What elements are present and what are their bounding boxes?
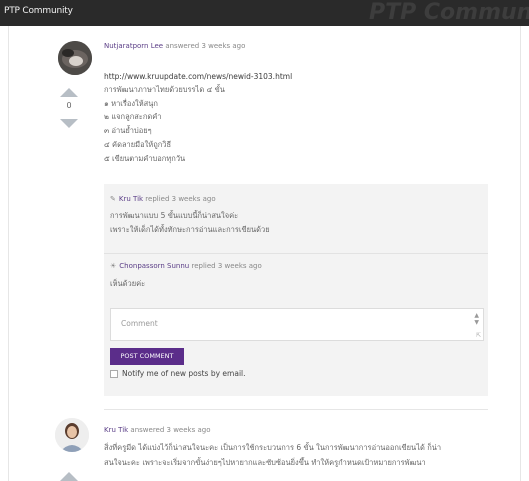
reply-author[interactable]: Kru Tik [119, 195, 143, 203]
author-name[interactable]: Nutjaratporn Lee [104, 42, 163, 50]
answer-line: สนใจนะคะ เพราะจะเริ่มจากขั้นง่ายๆไปหายาก… [104, 458, 426, 467]
sun-icon: ☀ [110, 262, 117, 270]
answer-line: ๑ หาเรื่องให้สนุก [104, 99, 158, 108]
user-icon: ✎ [110, 195, 116, 203]
answer-line: ๕ เขียนตามคำบอกทุกวัน [104, 154, 186, 163]
answer-time: answered 3 weeks ago [128, 426, 211, 434]
vote-count: 0 [66, 101, 72, 110]
notify-checkbox[interactable] [110, 370, 118, 378]
comment-placeholder: Comment [121, 319, 158, 328]
post-comment-button[interactable]: POST COMMENT [110, 348, 184, 365]
answer-line: การพัฒนาภาษาไทยด้วยบรรได ๔ ขั้น [104, 85, 225, 94]
reply-line: เห็นด้วยค่ะ [110, 279, 146, 288]
answer-line: ๓ อ่านย้ำบ่อยๆ [104, 126, 152, 135]
reply-divider [104, 253, 488, 254]
answer-meta: Kru Tik answered 3 weeks ago [104, 426, 211, 434]
resize-handle-icon[interactable]: ⇱ [476, 332, 481, 339]
reply-meta: ☀ Chonpassorn Sunnu replied 3 weeks ago [110, 262, 262, 270]
reply-author[interactable]: Chonpassorn Sunnu [119, 262, 189, 270]
answer-line: สิ่งที่ครูมีด ได้แบ่งไว้ก็น่าสนใจนะคะ เป… [104, 443, 442, 452]
reply-time: replied 3 weeks ago [143, 195, 216, 203]
upvote-button[interactable] [60, 472, 78, 481]
stepper-icon[interactable]: ▲ ▼ [474, 312, 479, 326]
reply-line: เพราะให้เด็กได้ทั้งทักษะการอ่านและการเขี… [110, 225, 270, 234]
top-bar: PTP Community PTP Communi [0, 0, 529, 26]
upvote-button[interactable] [60, 88, 78, 97]
avatar[interactable] [58, 41, 92, 75]
answer-line: ๒ แจกลูกสะกดคำ [104, 112, 162, 121]
app-title: PTP Community [4, 6, 73, 16]
answer-divider [104, 409, 488, 410]
reply-meta: ✎ Kru Tik replied 3 weeks ago [110, 195, 216, 203]
author-name[interactable]: Kru Tik [104, 426, 128, 434]
downvote-button[interactable] [60, 119, 78, 128]
reply-line: การพัฒนาแบบ 5 ขั้นแบบนี้ก็น่าสนใจค่ะ [110, 211, 239, 220]
answer-time: answered 3 weeks ago [163, 42, 246, 50]
avatar[interactable] [55, 418, 89, 452]
comment-input[interactable]: Comment ▲ ▼ ⇱ [110, 308, 484, 341]
answer-link[interactable]: http://www.kruupdate.com/news/newid-3103… [104, 70, 292, 83]
notify-label: Notify me of new posts by email. [122, 369, 246, 378]
reply-time: replied 3 weeks ago [189, 262, 262, 270]
site-logo: PTP Communi [369, 0, 529, 25]
answer-line: ๔ คัดลายมือให้ถูกวิธี [104, 140, 172, 149]
answer-meta: Nutjaratporn Lee answered 3 weeks ago [104, 42, 245, 50]
